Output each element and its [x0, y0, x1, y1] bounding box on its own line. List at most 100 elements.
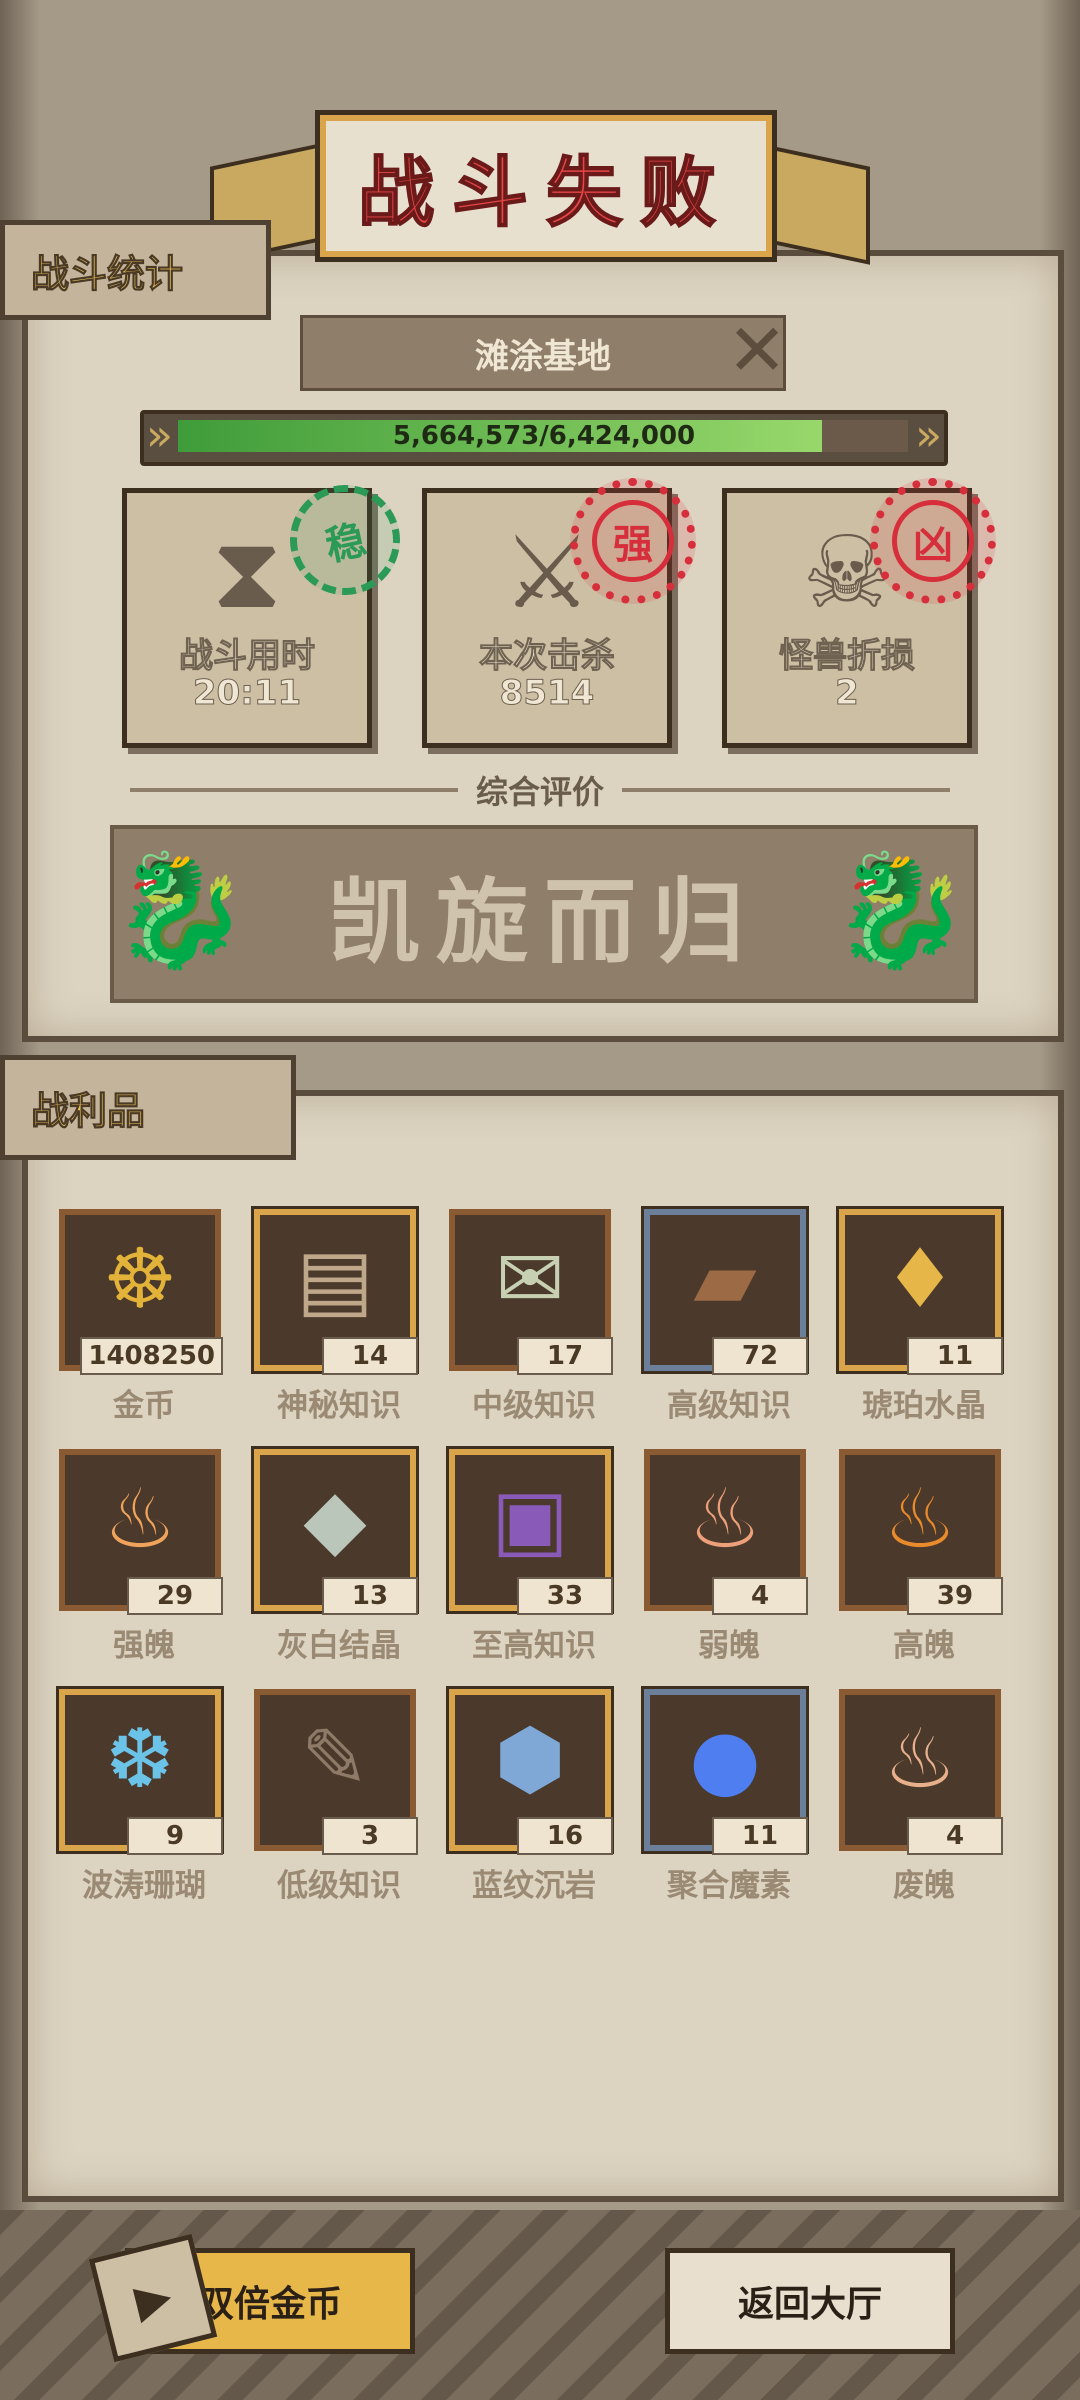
- loot-item[interactable]: ✉ 17 中级知识: [445, 1205, 623, 1425]
- loot-count: 1408250: [80, 1337, 223, 1375]
- title-banner: 战斗失败: [210, 95, 870, 265]
- loot-item-icon: ♨: [688, 1472, 762, 1567]
- stamp-inner: 强: [592, 500, 674, 582]
- loot-name: 神秘知识: [277, 1388, 401, 1424]
- page-title: 战斗失败: [357, 147, 734, 238]
- dragon-head-right-icon: 🐉: [831, 846, 969, 974]
- progress-text: 5,664,573/6,424,000: [392, 421, 696, 451]
- loot-name: 弱魄: [698, 1628, 760, 1664]
- loot-name: 高级知识: [667, 1388, 791, 1424]
- loot-name: 中级知识: [472, 1388, 596, 1424]
- rating-divider: 综合评价: [130, 770, 951, 811]
- title-plate: 战斗失败: [315, 110, 777, 262]
- loot-item[interactable]: ✎ 3 低级知识: [250, 1685, 428, 1905]
- loot-name: 至高知识: [472, 1628, 596, 1664]
- loot-count: 17: [517, 1337, 613, 1375]
- loot-name: 灰白结晶: [277, 1628, 401, 1664]
- loot-item[interactable]: ● 11 聚合魔素: [640, 1685, 818, 1905]
- loot-name: 琥珀水晶: [862, 1388, 986, 1424]
- loot-name: 废魄: [893, 1868, 955, 1904]
- loot-frame: ▤ 14: [251, 1206, 419, 1375]
- loot-frame: ♨ 4: [839, 1689, 1003, 1855]
- x-deco-right-icon: ✕: [726, 308, 788, 392]
- loot-count: 4: [907, 1817, 1003, 1855]
- loot-name: 高魄: [893, 1628, 955, 1664]
- stat-value: 20:11: [192, 673, 302, 714]
- loot-frame: ♦ 11: [836, 1206, 1004, 1375]
- loot-frame: ▰ 72: [641, 1206, 809, 1375]
- battle-stats-tab: 战斗统计: [0, 220, 271, 320]
- loot-item-icon: ♦: [883, 1232, 957, 1327]
- loot-name: 波涛珊瑚: [82, 1868, 206, 1904]
- loot-frame: ♨ 29: [59, 1449, 223, 1615]
- hourglass-icon: ⧗: [211, 514, 283, 631]
- loot-item-icon: ☸: [103, 1232, 177, 1327]
- loot-item[interactable]: ⬢ 16 蓝纹沉岩: [445, 1685, 623, 1905]
- divider-line: [622, 788, 951, 792]
- loot-count: 16: [517, 1817, 613, 1855]
- stat-label: 本次击杀: [479, 636, 616, 677]
- loot-count: 14: [322, 1337, 418, 1375]
- loot-count: 4: [712, 1577, 808, 1615]
- loot-name: 聚合魔素: [667, 1868, 791, 1904]
- loot-item[interactable]: ▣ 33 至高知识: [445, 1445, 623, 1665]
- loot-count: 29: [127, 1577, 223, 1615]
- loot-item[interactable]: ▰ 72 高级知识: [640, 1205, 818, 1425]
- loot-item-icon: ♨: [883, 1712, 957, 1807]
- stat-value: 8514: [499, 673, 595, 714]
- loot-item-icon: ◆: [303, 1472, 367, 1567]
- loot-count: 13: [322, 1577, 418, 1615]
- loot-name: 强魄: [113, 1628, 175, 1664]
- loot-count: 9: [127, 1817, 223, 1855]
- damage-progress-bar: » » 5,664,573/6,424,000: [140, 410, 948, 466]
- loot-count: 33: [517, 1577, 613, 1615]
- loot-name: 金币: [113, 1388, 175, 1424]
- loot-item-icon: ▰: [693, 1232, 757, 1327]
- loot-count: 3: [322, 1817, 418, 1855]
- loot-frame: ♨ 4: [644, 1449, 808, 1615]
- loot-item[interactable]: ▤ 14 神秘知识: [250, 1205, 428, 1425]
- loot-item-icon: ✉: [495, 1232, 565, 1327]
- stat-value: 2: [835, 673, 860, 714]
- loot-frame: ♨ 39: [839, 1449, 1003, 1615]
- rating-text: 凯旋而归: [327, 868, 760, 976]
- loot-frame: ● 11: [641, 1686, 809, 1855]
- loot-item-icon: ⬢: [494, 1712, 566, 1807]
- return-lobby-button[interactable]: 返回大厅: [665, 2248, 955, 2354]
- loot-count: 11: [907, 1337, 1003, 1375]
- loot-count: 39: [907, 1577, 1003, 1615]
- loot-item[interactable]: ♨ 4 废魄: [835, 1685, 1013, 1905]
- loot-item[interactable]: ☸ 1408250 金币: [55, 1205, 233, 1425]
- loot-item-icon: ❆: [105, 1712, 175, 1807]
- loot-frame: ✉ 17: [449, 1209, 613, 1375]
- loot-item-icon: ✎: [300, 1712, 370, 1807]
- loot-frame: ❆ 9: [56, 1686, 224, 1855]
- loot-item-icon: ▣: [491, 1472, 569, 1567]
- stamp-fierce-icon: 凶: [870, 478, 996, 604]
- stamp-inner: 凶: [892, 500, 974, 582]
- loot-item[interactable]: ♨ 39 高魄: [835, 1445, 1013, 1665]
- loot-item[interactable]: ❆ 9 波涛珊瑚: [55, 1685, 233, 1905]
- loot-name: 蓝纹沉岩: [472, 1868, 596, 1904]
- divider-line: [130, 788, 458, 792]
- loot-name: 低级知识: [277, 1868, 401, 1904]
- stamp-strong-icon: 强: [570, 478, 696, 604]
- loot-item[interactable]: ◆ 13 灰白结晶: [250, 1445, 428, 1665]
- loot-item-icon: ♨: [103, 1472, 177, 1567]
- loot-item[interactable]: ♦ 11 琥珀水晶: [835, 1205, 1013, 1425]
- loot-item[interactable]: ♨ 29 强魄: [55, 1445, 233, 1665]
- loot-count: 11: [712, 1817, 808, 1855]
- stat-label: 怪兽折损: [779, 636, 916, 677]
- location-label: 滩涂基地: [300, 315, 786, 391]
- loot-item-icon: ▤: [296, 1232, 374, 1327]
- loot-item[interactable]: ♨ 4 弱魄: [640, 1445, 818, 1665]
- rating-title: 综合评价: [476, 773, 605, 811]
- stat-label: 战斗用时: [179, 636, 316, 677]
- loot-frame: ⬢ 16: [446, 1686, 614, 1855]
- loot-frame: ◆ 13: [251, 1446, 419, 1615]
- loot-tab: 战利品: [0, 1055, 296, 1160]
- dragon-head-left-icon: 🐉: [111, 846, 249, 974]
- loot-item-icon: ●: [689, 1712, 761, 1807]
- loot-frame: ✎ 3: [254, 1689, 418, 1855]
- loot-frame: ☸ 1408250: [59, 1209, 223, 1375]
